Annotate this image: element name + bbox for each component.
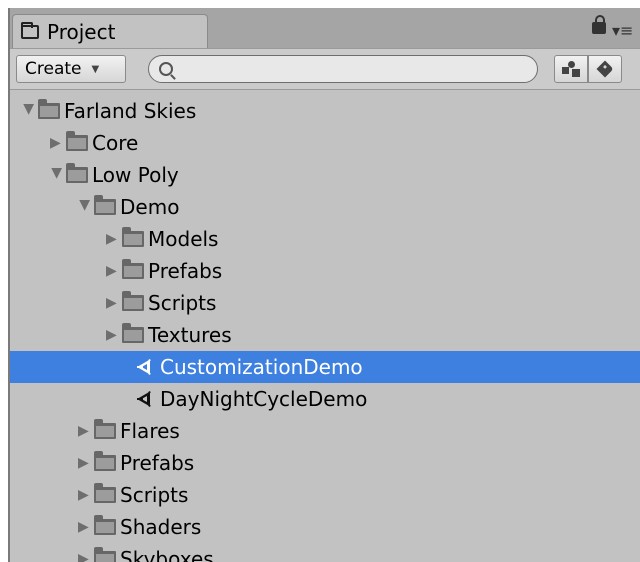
tree-item-label: Textures	[148, 323, 232, 347]
unity-scene-icon	[137, 390, 151, 408]
folder-icon	[94, 515, 116, 535]
lock-icon[interactable]	[592, 15, 606, 34]
tree-item-folder[interactable]: ▶ Models	[10, 223, 640, 255]
collapsed-arrow-icon[interactable]: ▶	[106, 328, 120, 342]
collapsed-arrow-icon[interactable]: ▶	[106, 232, 120, 246]
tree-item-label: Core	[92, 131, 139, 155]
collapsed-arrow-icon[interactable]: ▶	[78, 552, 92, 562]
collapsed-arrow-icon[interactable]: ▶	[78, 488, 92, 502]
tree-item-scene[interactable]: DayNightCycleDemo	[10, 383, 640, 415]
tree-item-folder[interactable]: ▶ Scripts	[10, 287, 640, 319]
tree-item-folder[interactable]: ▶ Farland Skies	[10, 95, 640, 127]
tree-item-label: Shaders	[120, 515, 202, 539]
tree-item-folder[interactable]: ▶ Core	[10, 127, 640, 159]
create-label: Create	[25, 59, 82, 79]
create-button[interactable]: Create ▼	[16, 55, 126, 83]
tree-item-label: Scripts	[120, 483, 189, 507]
asset-tree: ▶ Farland Skies ▶ Core ▶ Low Poly ▶ Demo ▶ Models…	[10, 93, 640, 562]
folder-icon	[122, 323, 144, 343]
filter-by-type-icon	[562, 61, 580, 77]
tree-item-label: Farland Skies	[64, 99, 197, 123]
tree-item-label: Scripts	[148, 291, 217, 315]
project-panel: Project ▾≡ Create ▼ ▶ Farland Skies ▶ Core ▶…	[8, 8, 640, 562]
tree-item-folder[interactable]: ▶ Shaders	[10, 511, 640, 543]
tree-item-folder[interactable]: ▶ Flares	[10, 415, 640, 447]
tree-item-folder[interactable]: ▶ Skyboxes	[10, 543, 640, 562]
collapsed-arrow-icon[interactable]: ▶	[78, 424, 92, 438]
expanded-arrow-icon[interactable]: ▶	[49, 168, 65, 182]
collapsed-arrow-icon[interactable]: ▶	[106, 296, 120, 310]
tree-item-label: Flares	[120, 419, 180, 443]
filter-by-label-icon	[596, 60, 614, 78]
tree-item-folder[interactable]: ▶ Textures	[10, 319, 640, 351]
folder-icon	[122, 291, 144, 311]
search-input[interactable]	[179, 58, 537, 80]
tab-label: Project	[47, 19, 116, 44]
dropdown-arrow-icon: ▼	[91, 63, 100, 75]
tree-item-label: DayNightCycleDemo	[160, 387, 368, 411]
tree-item-label: Prefabs	[120, 451, 195, 475]
collapsed-arrow-icon[interactable]: ▶	[78, 520, 92, 534]
folder-icon	[94, 419, 116, 439]
folder-icon	[38, 99, 60, 119]
filter-by-label-button[interactable]	[588, 55, 622, 83]
collapsed-arrow-icon[interactable]: ▶	[78, 456, 92, 470]
toolbar: Create ▼	[10, 48, 640, 90]
tree-item-folder[interactable]: ▶ Prefabs	[10, 447, 640, 479]
expanded-arrow-icon[interactable]: ▶	[21, 104, 37, 118]
collapsed-arrow-icon[interactable]: ▶	[50, 136, 64, 150]
tree-item-scene[interactable]: CustomizationDemo	[10, 351, 640, 383]
folder-icon	[122, 227, 144, 247]
tree-item-label: Demo	[120, 195, 180, 219]
tree-item-folder[interactable]: ▶ Prefabs	[10, 255, 640, 287]
folder-icon	[66, 131, 88, 151]
search-field[interactable]	[148, 55, 538, 83]
folder-icon	[94, 195, 116, 215]
folder-icon	[94, 451, 116, 471]
tree-item-label: Models	[148, 227, 219, 251]
folder-icon	[66, 163, 88, 183]
tree-item-label: Low Poly	[92, 163, 179, 187]
tab-bar: Project ▾≡	[10, 8, 640, 48]
tree-item-folder[interactable]: ▶ Scripts	[10, 479, 640, 511]
tab-project[interactable]: Project	[12, 14, 208, 48]
tree-item-folder[interactable]: ▶ Demo	[10, 191, 640, 223]
collapsed-arrow-icon[interactable]: ▶	[106, 264, 120, 278]
tree-item-label: Prefabs	[148, 259, 223, 283]
panel-menu-icon[interactable]: ▾≡	[612, 22, 636, 40]
search-icon	[159, 62, 173, 76]
folder-icon	[122, 259, 144, 279]
folder-tab-icon	[21, 21, 39, 39]
folder-icon	[94, 547, 116, 562]
expanded-arrow-icon[interactable]: ▶	[77, 200, 93, 214]
folder-icon	[94, 483, 116, 503]
unity-scene-icon	[137, 358, 151, 376]
tree-item-folder[interactable]: ▶ Low Poly	[10, 159, 640, 191]
tree-item-label: Skyboxes	[120, 547, 214, 562]
tree-item-label: CustomizationDemo	[160, 355, 363, 379]
filter-by-type-button[interactable]	[554, 55, 588, 83]
